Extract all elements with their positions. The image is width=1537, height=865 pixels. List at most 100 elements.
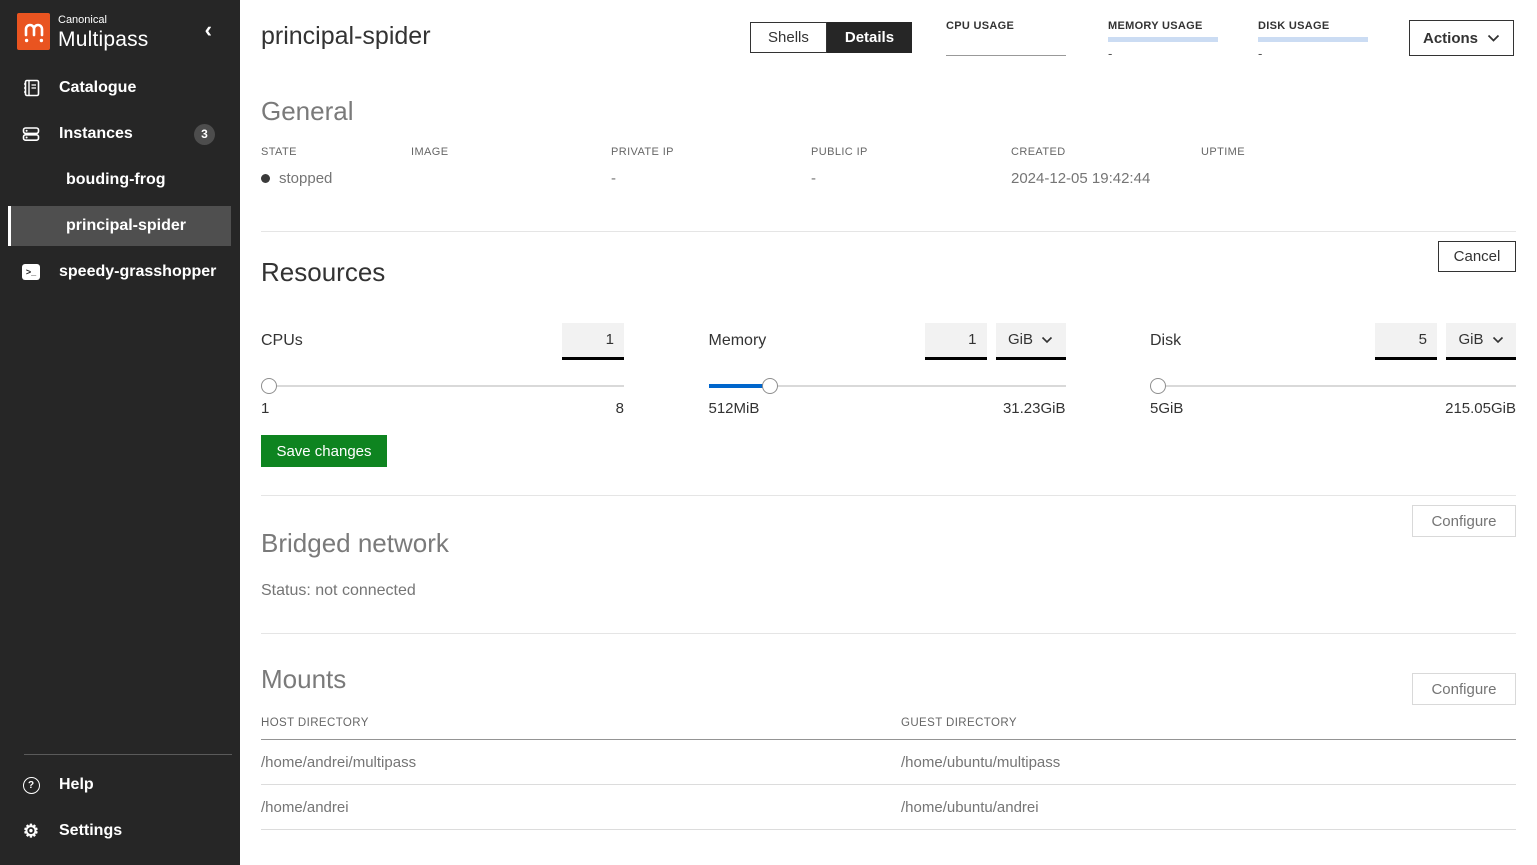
instances-icon <box>22 125 40 143</box>
sidebar-item-help[interactable]: ? Help <box>8 765 231 805</box>
cpus-label: CPUs <box>261 332 303 350</box>
chevron-down-icon <box>1492 331 1504 348</box>
disk-usage-value: - <box>1258 46 1380 61</box>
chevron-down-icon <box>1041 331 1053 348</box>
sidebar-item-label: bouding-frog <box>66 171 166 189</box>
disk-usage-label: DISK USAGE <box>1258 20 1380 32</box>
resources-section: Resources Cancel CPUs 1 8 <box>261 232 1516 495</box>
resources-heading: Resources <box>261 257 1516 288</box>
private-ip-label: PRIVATE IP <box>611 146 811 158</box>
memory-max: 31.23GiB <box>1003 400 1066 417</box>
page-title: principal-spider <box>261 22 431 51</box>
brand: Canonical Multipass ‹ <box>0 0 240 64</box>
page-header: principal-spider Shells Details CPU USAG… <box>240 0 1537 80</box>
cpus-slider-thumb[interactable] <box>261 378 277 394</box>
bridged-status: Status: not connected <box>261 582 1516 600</box>
chevron-down-icon <box>1487 30 1500 47</box>
memory-usage-value: - <box>1108 46 1230 61</box>
sidebar-item-instances[interactable]: Instances 3 <box>8 114 231 154</box>
bridged-network-heading: Bridged network <box>261 528 1516 559</box>
mounts-heading: Mounts <box>261 664 1516 695</box>
gear-icon: ⚙ <box>22 822 40 840</box>
general-heading: General <box>261 96 1516 127</box>
tab-shells[interactable]: Shells <box>750 22 827 53</box>
general-grid: STATE stopped IMAGE PRIVATE IP - PUBLIC … <box>261 146 1516 187</box>
created-value: 2024-12-05 19:42:44 <box>1011 169 1201 187</box>
memory-usage-block: MEMORY USAGE - <box>1108 20 1230 61</box>
brand-canonical: Canonical <box>58 15 149 26</box>
host-directory-header: HOST DIRECTORY <box>261 717 901 729</box>
catalogue-icon <box>22 79 40 97</box>
disk-max: 215.05GiB <box>1445 400 1516 417</box>
cpu-usage-empty-bar <box>946 55 1066 56</box>
save-changes-button[interactable]: Save changes <box>261 435 387 467</box>
sidebar-item-settings[interactable]: ⚙ Settings <box>8 811 231 851</box>
cancel-button[interactable]: Cancel <box>1438 241 1516 272</box>
memory-unit-select[interactable]: GiB <box>996 323 1066 360</box>
instances-count-badge: 3 <box>194 124 215 145</box>
memory-column: Memory GiB 512MiB 31.23Gi <box>709 321 1066 417</box>
actions-button[interactable]: Actions <box>1409 20 1514 56</box>
disk-input[interactable] <box>1375 323 1437 360</box>
bridged-network-section: Bridged network Configure Status: not co… <box>261 496 1516 633</box>
cpus-max: 8 <box>616 400 624 417</box>
cpus-input[interactable] <box>562 323 624 360</box>
sidebar: Canonical Multipass ‹ Catalogue <box>0 0 240 865</box>
disk-usage-bar <box>1258 37 1368 42</box>
sidebar-footer: ? Help ⚙ Settings <box>0 754 240 857</box>
sidebar-nav: Catalogue Instances 3 bouding-frog princ… <box>0 64 240 292</box>
sidebar-item-principal-spider[interactable]: principal-spider <box>8 206 231 246</box>
private-ip-value: - <box>611 169 811 187</box>
sidebar-item-bouding-frog[interactable]: bouding-frog <box>8 160 231 200</box>
disk-slider-track[interactable] <box>1150 385 1516 387</box>
memory-usage-bar <box>1108 37 1218 42</box>
image-value <box>411 169 611 187</box>
help-icon: ? <box>22 776 40 794</box>
mounts-table: HOST DIRECTORY GUEST DIRECTORY /home/and… <box>261 717 1516 830</box>
guest-directory-header: GUEST DIRECTORY <box>901 717 1516 729</box>
host-directory-cell: /home/andrei <box>261 799 901 816</box>
cpu-usage-block: CPU USAGE <box>946 20 1068 60</box>
uptime-value <box>1201 169 1516 187</box>
view-tabs: Shells Details <box>750 22 912 53</box>
sidebar-item-label: Catalogue <box>59 79 136 97</box>
tab-details[interactable]: Details <box>827 22 912 53</box>
memory-slider-fill <box>709 384 769 388</box>
state-value: stopped <box>261 169 411 187</box>
sidebar-item-label: Settings <box>59 822 122 840</box>
memory-usage-label: MEMORY USAGE <box>1108 20 1230 32</box>
general-section: General STATE stopped IMAGE PRIVATE IP -… <box>261 80 1516 231</box>
disk-min: 5GiB <box>1150 400 1183 417</box>
state-label: STATE <box>261 146 411 158</box>
memory-label: Memory <box>709 332 767 350</box>
sidebar-item-speedy-grasshopper[interactable]: >_ speedy-grasshopper <box>8 252 231 292</box>
table-row[interactable]: /home/andrei /home/ubuntu/andrei <box>261 785 1516 830</box>
cpus-min: 1 <box>261 400 269 417</box>
sidebar-item-label: speedy-grasshopper <box>59 263 216 281</box>
actions-button-label: Actions <box>1423 30 1478 47</box>
disk-usage-block: DISK USAGE - <box>1258 20 1380 61</box>
bridged-configure-button[interactable]: Configure <box>1412 505 1516 537</box>
memory-input[interactable] <box>925 323 987 360</box>
mounts-header-row: HOST DIRECTORY GUEST DIRECTORY <box>261 717 1516 740</box>
terminal-icon: >_ <box>22 263 40 281</box>
host-directory-cell: /home/andrei/multipass <box>261 754 901 771</box>
public-ip-label: PUBLIC IP <box>811 146 1011 158</box>
sidebar-item-catalogue[interactable]: Catalogue <box>8 68 231 108</box>
multipass-logo-icon <box>17 13 50 50</box>
disk-unit-select[interactable]: GiB <box>1446 323 1516 360</box>
sidebar-item-label: Help <box>59 776 94 794</box>
main-content: principal-spider Shells Details CPU USAG… <box>240 0 1537 865</box>
sidebar-collapse-icon[interactable]: ‹ <box>205 18 212 42</box>
image-label: IMAGE <box>411 146 611 158</box>
disk-column: Disk GiB 5GiB 215.05GiB <box>1150 321 1516 417</box>
public-ip-value: - <box>811 169 1011 187</box>
sidebar-item-label: principal-spider <box>66 217 186 235</box>
disk-slider-thumb[interactable] <box>1150 378 1166 394</box>
mounts-configure-button[interactable]: Configure <box>1412 673 1516 705</box>
sidebar-footer-divider <box>24 754 232 755</box>
memory-slider-thumb[interactable] <box>762 378 778 394</box>
memory-slider <box>709 378 1066 394</box>
table-row[interactable]: /home/andrei/multipass /home/ubuntu/mult… <box>261 740 1516 785</box>
cpus-slider-track[interactable] <box>261 385 624 387</box>
